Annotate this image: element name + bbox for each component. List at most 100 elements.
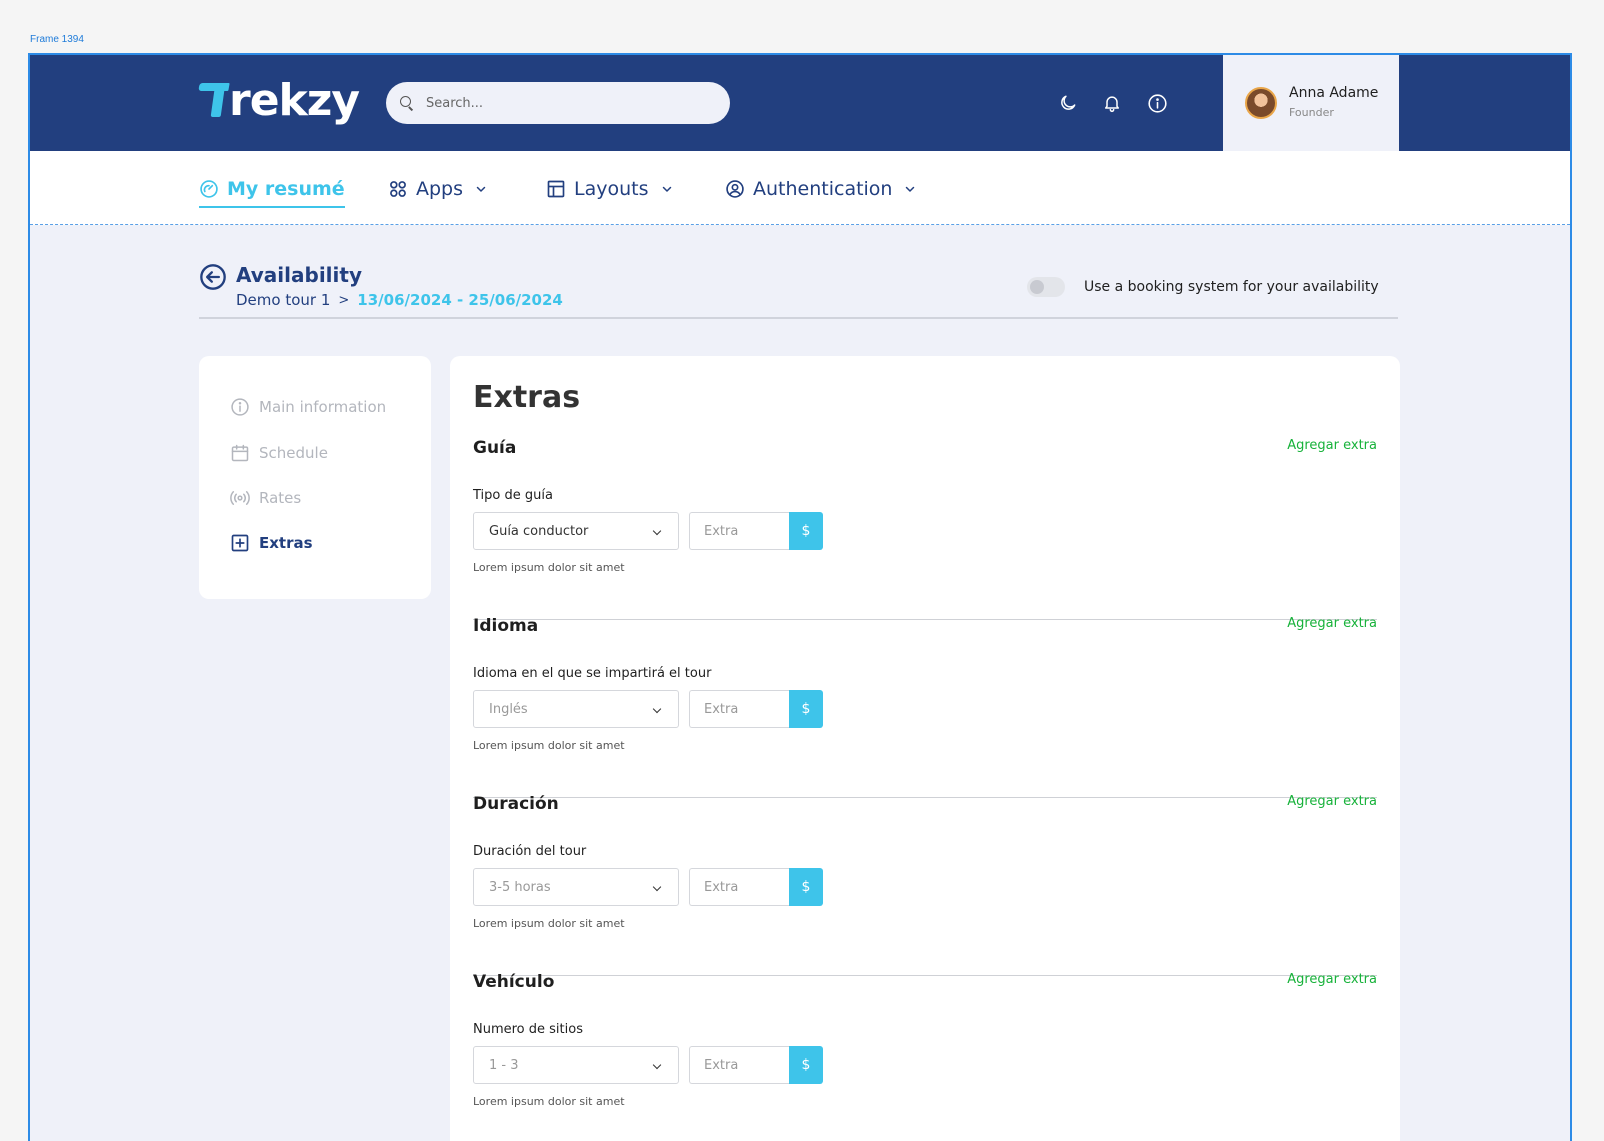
extra-price-field[interactable] <box>689 1046 789 1084</box>
user-role: Founder <box>1289 106 1334 119</box>
grid-icon <box>388 179 408 199</box>
currency-addon: $ <box>789 868 823 906</box>
currency-addon: $ <box>789 1046 823 1084</box>
search-icon <box>400 96 414 110</box>
sidebar-item-label: Rates <box>259 489 302 507</box>
field-label: Idioma en el que se impartirá el tour <box>473 666 712 681</box>
page-title: Availability <box>236 263 362 287</box>
field-label: Tipo de guía <box>473 488 553 503</box>
logo-mark-icon <box>198 79 235 123</box>
logo[interactable]: rekzy <box>198 75 360 126</box>
chevron-down-icon <box>652 704 662 714</box>
guide-type-select[interactable]: Guía conductor <box>473 512 679 550</box>
chevron-down-icon <box>652 882 662 892</box>
page-header: Availability Demo tour 1 > 13/06/2024 - … <box>199 261 1398 319</box>
add-extra-link[interactable]: Agregar extra <box>1287 794 1377 809</box>
nav-item-label: Apps <box>416 178 464 200</box>
field-hint: Lorem ipsum dolor sit amet <box>473 739 625 752</box>
bell-icon[interactable] <box>1101 92 1123 114</box>
plus-square-icon <box>229 532 251 554</box>
logo-text: rekzy <box>229 75 360 126</box>
booking-system-toggle-label: Use a booking system for your availabili… <box>1084 279 1379 295</box>
extra-price-input[interactable] <box>704 1057 784 1073</box>
extra-section-vehiculo: Vehículo Agregar extra Numero de sitios … <box>473 972 1377 1141</box>
nav-item-label: Authentication <box>753 178 893 200</box>
sidebar-item-extras[interactable]: Extras <box>229 531 313 555</box>
avatar <box>1245 87 1277 119</box>
nav-item-label: Layouts <box>574 178 649 200</box>
field-hint: Lorem ipsum dolor sit amet <box>473 561 625 574</box>
search-bar[interactable] <box>386 82 730 124</box>
panel-title: Extras <box>473 380 581 415</box>
field-hint: Lorem ipsum dolor sit amet <box>473 1095 625 1108</box>
sidebar-item-main-information[interactable]: Main information <box>229 395 386 419</box>
section-title: Vehículo <box>473 972 555 992</box>
extra-section-guia: Guía Agregar extra Tipo de guía Guía con… <box>473 438 1377 620</box>
nav-item-layouts[interactable]: Layouts <box>546 174 673 204</box>
field-label: Duración del tour <box>473 844 587 859</box>
user-circle-icon <box>725 179 745 199</box>
steps-sidebar: Main information Schedule Rates Extras <box>199 356 431 599</box>
search-input[interactable] <box>426 95 706 111</box>
chevron-down-icon <box>652 526 662 536</box>
section-title: Guía <box>473 438 517 458</box>
breadcrumb-separator: > <box>338 292 350 308</box>
seats-select[interactable]: 1 - 3 <box>473 1046 679 1084</box>
section-title: Idioma <box>473 616 539 636</box>
nav-item-apps[interactable]: Apps <box>388 174 487 204</box>
sidebar-item-rates[interactable]: Rates <box>229 486 301 510</box>
field-label: Numero de sitios <box>473 1022 583 1037</box>
calendar-icon <box>229 442 251 464</box>
user-profile[interactable]: Anna Adame Founder <box>1223 55 1399 151</box>
add-extra-link[interactable]: Agregar extra <box>1287 438 1377 453</box>
language-select[interactable]: Inglés <box>473 690 679 728</box>
sidebar-item-label: Main information <box>259 398 387 416</box>
app-frame: rekzy Anna Adame Founder My resumé <box>28 53 1572 1141</box>
nav-item-label: My resumé <box>227 178 345 200</box>
add-extra-link[interactable]: Agregar extra <box>1287 616 1377 631</box>
breadcrumb-dates: 13/06/2024 - 25/06/2024 <box>357 291 563 309</box>
extra-price-field[interactable] <box>689 868 789 906</box>
main-nav: My resumé Apps Layouts Authentication <box>30 151 1570 225</box>
breadcrumb: Demo tour 1 > 13/06/2024 - 25/06/2024 <box>236 291 563 309</box>
select-value: 3-5 horas <box>489 879 551 895</box>
chevron-down-icon <box>652 1060 662 1070</box>
sidebar-item-schedule[interactable]: Schedule <box>229 441 328 465</box>
sidebar-item-label: Schedule <box>259 444 328 462</box>
top-header: rekzy Anna Adame Founder <box>30 55 1570 151</box>
nav-item-authentication[interactable]: Authentication <box>725 174 916 204</box>
extra-price-input[interactable] <box>704 701 784 717</box>
extra-price-input[interactable] <box>704 879 784 895</box>
sidebar-item-label: Extras <box>259 534 313 552</box>
select-value: Inglés <box>489 701 528 717</box>
duration-select[interactable]: 3-5 horas <box>473 868 679 906</box>
frame-label: Frame 1394 <box>30 34 84 45</box>
section-title: Duración <box>473 794 559 814</box>
info-icon <box>229 396 251 418</box>
user-name: Anna Adame <box>1289 85 1379 101</box>
currency-addon: $ <box>789 512 823 550</box>
moon-icon[interactable] <box>1057 92 1079 114</box>
info-icon[interactable] <box>1146 92 1168 114</box>
currency-addon: $ <box>789 690 823 728</box>
booking-system-toggle[interactable] <box>1027 277 1065 297</box>
chevron-down-icon <box>661 183 673 195</box>
extra-price-field[interactable] <box>689 512 789 550</box>
breadcrumb-tour[interactable]: Demo tour 1 <box>236 291 330 309</box>
extra-price-field[interactable] <box>689 690 789 728</box>
extra-price-input[interactable] <box>704 523 784 539</box>
nav-item-my-resume[interactable]: My resumé <box>199 174 345 208</box>
select-value: 1 - 3 <box>489 1057 519 1073</box>
select-value: Guía conductor <box>489 523 589 539</box>
field-hint: Lorem ipsum dolor sit amet <box>473 917 625 930</box>
chevron-down-icon <box>475 183 487 195</box>
extra-section-duracion: Duración Agregar extra Duración del tour… <box>473 794 1377 976</box>
add-extra-link[interactable]: Agregar extra <box>1287 972 1377 987</box>
extras-panel: Extras Guía Agregar extra Tipo de guía G… <box>450 356 1400 1141</box>
chevron-down-icon <box>904 183 916 195</box>
back-arrow-icon[interactable] <box>199 263 227 291</box>
extra-section-idioma: Idioma Agregar extra Idioma en el que se… <box>473 616 1377 798</box>
speedometer-icon <box>199 179 219 199</box>
broadcast-icon <box>229 487 251 509</box>
layout-icon <box>546 179 566 199</box>
